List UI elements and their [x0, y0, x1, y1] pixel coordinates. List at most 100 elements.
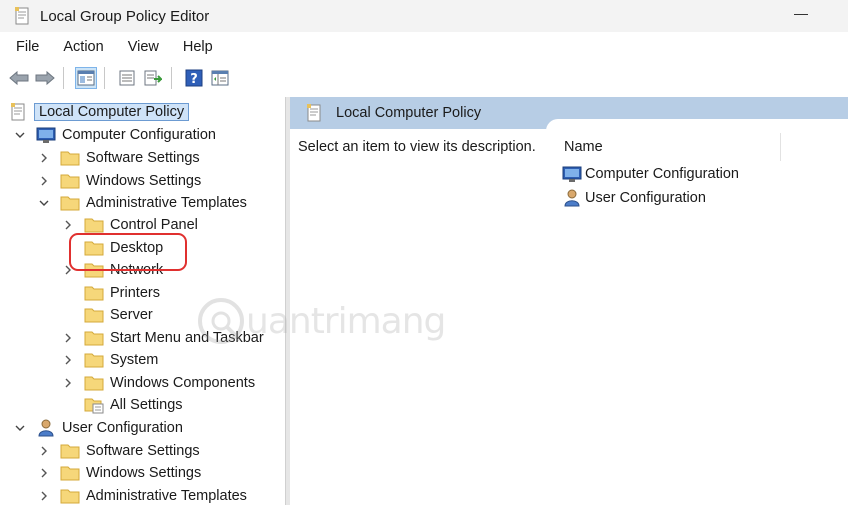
column-divider[interactable] — [780, 133, 781, 161]
tree-item-printers[interactable]: Printers — [62, 282, 160, 304]
tree-item-label: Windows Settings — [86, 173, 202, 189]
show-hide-tree-icon — [77, 70, 95, 86]
tree-item-label: All Settings — [110, 397, 183, 413]
details-header-title: Local Computer Policy — [336, 105, 482, 121]
folder-icon — [60, 151, 80, 166]
description-text: Select an item to view its description. — [298, 139, 536, 155]
watermark: uantrimang — [196, 296, 446, 346]
show-hide-tree-button[interactable] — [75, 67, 97, 89]
watermark-text: uantrimang — [246, 300, 446, 342]
help-button[interactable]: ? — [183, 67, 205, 89]
tree-item-windows-components[interactable]: Windows Components — [62, 372, 255, 394]
tree-item-label: Printers — [110, 285, 160, 301]
chevron-right-icon[interactable] — [62, 219, 74, 231]
folder-icon — [60, 174, 80, 189]
folder-icon — [60, 196, 80, 211]
column-header-name[interactable]: Name — [564, 139, 603, 155]
tree-item-server[interactable]: Server — [62, 304, 153, 326]
chevron-right-icon[interactable] — [38, 175, 50, 187]
tree-item-cc-windows-settings[interactable]: Windows Settings — [38, 170, 201, 192]
tree-item-label: Local Computer Policy — [34, 103, 190, 121]
tree-item-label: Administrative Templates — [86, 488, 247, 504]
folder-icon — [84, 353, 104, 368]
tree-item-label: Windows Components — [110, 375, 256, 391]
watermark-logo-icon — [198, 298, 244, 344]
menu-view[interactable]: View — [120, 39, 167, 55]
menu-action[interactable]: Action — [55, 39, 111, 55]
extended-view-button[interactable] — [209, 67, 231, 89]
folder-icon — [60, 489, 80, 504]
folder-icon — [84, 308, 104, 323]
desktop-highlight-annotation — [69, 233, 187, 271]
tree-item-label: User Configuration — [62, 420, 183, 436]
window-title: Local Group Policy Editor — [40, 7, 210, 25]
computer-icon — [562, 166, 582, 182]
svg-text:?: ? — [190, 72, 198, 87]
tree-item-label: Server — [110, 307, 153, 323]
folder-icon — [84, 331, 104, 346]
forward-button[interactable] — [34, 67, 56, 89]
toolbar-separator — [63, 67, 64, 89]
menu-help[interactable]: Help — [175, 39, 221, 55]
user-icon — [38, 419, 54, 437]
title-bar: Local Group Policy Editor — [0, 0, 848, 32]
user-icon — [564, 189, 580, 207]
chevron-right-icon[interactable] — [62, 332, 74, 344]
chevron-right-icon[interactable] — [38, 152, 50, 164]
export-list-icon — [144, 70, 162, 86]
tree-item-uc-software-settings[interactable]: Software Settings — [38, 440, 200, 462]
chevron-right-icon[interactable] — [38, 490, 50, 502]
chevron-down-icon[interactable] — [14, 422, 26, 434]
toolbar: ? — [0, 62, 848, 94]
list-item-label: Computer Configuration — [585, 166, 739, 182]
menu-bar: File Action View Help — [0, 33, 848, 61]
back-button[interactable] — [8, 67, 30, 89]
minimize-button[interactable] — [794, 14, 808, 15]
properties-button[interactable] — [116, 67, 138, 89]
tree-item-label: System — [110, 352, 159, 368]
chevron-down-icon[interactable] — [14, 129, 26, 141]
policy-editor-app-icon — [15, 7, 29, 25]
tree-item-uc-administrative-templates[interactable]: Administrative Templates — [38, 485, 247, 507]
policy-document-icon — [11, 103, 25, 121]
tree-item-label: Control Panel — [110, 217, 198, 233]
help-icon: ? — [185, 69, 203, 87]
menu-file[interactable]: File — [8, 39, 47, 55]
view-tab-area — [546, 119, 848, 133]
tree-item-label: Software Settings — [86, 443, 200, 459]
tree-item-label: Administrative Templates — [86, 195, 247, 211]
tree-item-user-configuration[interactable]: User Configuration — [14, 417, 183, 439]
tree-item-uc-windows-settings[interactable]: Windows Settings — [38, 462, 201, 484]
tree-item-all-settings[interactable]: All Settings — [62, 394, 183, 416]
tree-item-local-computer-policy[interactable]: Local Computer Policy — [8, 101, 190, 123]
chevron-right-icon[interactable] — [38, 467, 50, 479]
back-arrow-icon — [9, 70, 29, 86]
folder-icon — [84, 376, 104, 391]
forward-arrow-icon — [35, 70, 55, 86]
tree-item-label: Windows Settings — [86, 465, 202, 481]
chevron-down-icon[interactable] — [38, 197, 50, 209]
chevron-right-icon[interactable] — [62, 354, 74, 366]
folder-icon — [84, 286, 104, 301]
folder-icon — [60, 466, 80, 481]
computer-icon — [36, 127, 56, 143]
extended-view-icon — [211, 70, 229, 86]
export-list-button[interactable] — [142, 67, 164, 89]
tree-item-cc-software-settings[interactable]: Software Settings — [38, 147, 200, 169]
list-item-computer-configuration[interactable]: Computer Configuration — [562, 163, 739, 185]
folder-icon — [84, 218, 104, 233]
tree-item-label: Software Settings — [86, 150, 200, 166]
all-settings-icon — [84, 398, 104, 414]
tree-item-cc-administrative-templates[interactable]: Administrative Templates — [38, 192, 247, 214]
folder-icon — [60, 444, 80, 459]
list-item-label: User Configuration — [585, 190, 706, 206]
chevron-right-icon[interactable] — [62, 377, 74, 389]
tree-item-system[interactable]: System — [62, 349, 158, 371]
policy-document-icon — [307, 104, 321, 122]
toolbar-separator — [104, 67, 105, 89]
properties-icon — [119, 70, 135, 86]
tree-item-computer-configuration[interactable]: Computer Configuration — [14, 124, 216, 146]
chevron-right-icon[interactable] — [38, 445, 50, 457]
toolbar-separator — [171, 67, 172, 89]
list-item-user-configuration[interactable]: User Configuration — [562, 187, 706, 209]
